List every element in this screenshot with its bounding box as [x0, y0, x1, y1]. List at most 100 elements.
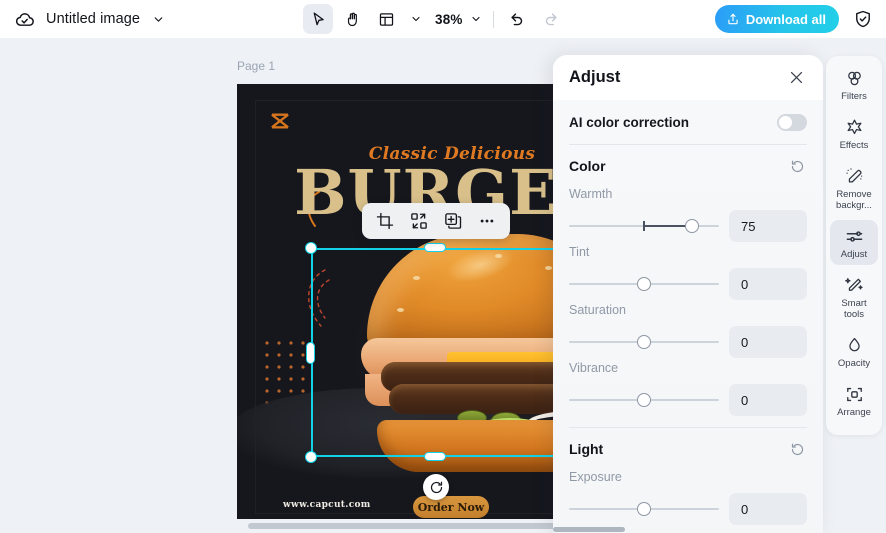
- slider-knob[interactable]: [637, 335, 651, 349]
- rail-label: Smart tools: [841, 298, 867, 320]
- tint-slider[interactable]: [569, 275, 719, 293]
- poster-website[interactable]: www.capcut.com: [283, 500, 371, 510]
- tint-value-input[interactable]: 0: [729, 268, 807, 300]
- adjust-panel-title: Adjust: [569, 68, 621, 86]
- chevron-down-icon[interactable]: [149, 10, 167, 28]
- download-all-label: Download all: [745, 11, 826, 27]
- slider-knob[interactable]: [637, 277, 651, 291]
- duplicate-button[interactable]: [436, 206, 470, 236]
- rail-item-effects[interactable]: Effects: [830, 111, 878, 156]
- vibrance-control: Vibrance 0: [569, 361, 807, 417]
- adjust-panel: Adjust AI color correction Color Warmth: [553, 55, 823, 533]
- magic-wand-icon: [844, 275, 864, 295]
- right-tool-rail: Filters Effects Remove backgr... Adjust: [826, 56, 882, 435]
- selection-handle-top-left[interactable]: [305, 242, 317, 254]
- saturation-slider[interactable]: [569, 333, 719, 351]
- panel-scrollbar-thumb[interactable]: [553, 527, 625, 532]
- slider-knob[interactable]: [685, 219, 699, 233]
- crop-button[interactable]: [368, 206, 402, 236]
- canvas-tools-cluster: 38%: [303, 3, 570, 35]
- rail-label: Filters: [841, 91, 867, 102]
- rail-label: Arrange: [837, 407, 871, 418]
- rail-label: Effects: [839, 140, 869, 151]
- sliders-icon: [845, 226, 864, 246]
- zoom-chevron-down-icon[interactable]: [465, 5, 487, 33]
- toggle-knob: [779, 115, 792, 129]
- vibrance-slider[interactable]: [569, 391, 719, 409]
- vibrance-value-input[interactable]: 0: [729, 384, 807, 416]
- zoom-level-label[interactable]: 38%: [435, 12, 463, 27]
- eraser-pen-icon: [845, 166, 864, 186]
- rail-label: Opacity: [837, 358, 871, 369]
- light-reset-icon[interactable]: [787, 439, 807, 459]
- capcut-cloud-logo-icon[interactable]: [10, 5, 38, 33]
- slider-center-tick: [643, 221, 645, 231]
- arrange-frame-icon: [845, 384, 864, 404]
- warmth-slider[interactable]: [569, 217, 719, 235]
- redo-button[interactable]: [536, 4, 566, 34]
- layout-chevron-down-icon[interactable]: [405, 5, 427, 33]
- rail-item-smart-tools[interactable]: Smart tools: [830, 269, 878, 325]
- topbar-right-cluster: Download all: [714, 5, 876, 33]
- more-options-button[interactable]: [470, 206, 504, 236]
- hand-tool-button[interactable]: [337, 4, 367, 34]
- warmth-label: Warmth: [569, 187, 613, 201]
- vibrance-label: Vibrance: [569, 361, 619, 375]
- rail-item-opacity[interactable]: Opacity: [830, 329, 878, 374]
- rail-item-remove-background[interactable]: Remove backgr...: [830, 160, 878, 216]
- rail-label: Adjust: [840, 249, 868, 260]
- exposure-control: Exposure 0: [569, 470, 807, 526]
- object-context-toolbar: [362, 203, 510, 239]
- ai-color-correction-label: AI color correction: [569, 114, 690, 130]
- rail-item-adjust[interactable]: Adjust: [830, 220, 878, 265]
- ai-color-correction-toggle[interactable]: [777, 113, 807, 131]
- ai-color-correction-row: AI color correction: [569, 100, 807, 144]
- capcut-image-editor: Untitled image 38% Download all Page 1 C…: [0, 0, 886, 533]
- select-tool-button[interactable]: [303, 4, 333, 34]
- poster-cta-button[interactable]: Order Now: [413, 496, 489, 518]
- exposure-label: Exposure: [569, 470, 622, 484]
- decorative-dashed-arc: [295, 266, 339, 330]
- water-drop-icon: [845, 335, 864, 355]
- close-x-icon[interactable]: [785, 67, 807, 89]
- rail-item-arrange[interactable]: Arrange: [830, 378, 878, 423]
- download-all-button[interactable]: Download all: [714, 5, 839, 33]
- rail-label: Remove backgr...: [836, 189, 872, 211]
- exposure-value-input[interactable]: 0: [729, 493, 807, 525]
- canvas-horizontal-scrollbar-thumb[interactable]: [248, 523, 588, 529]
- bun-highlight: [442, 240, 518, 290]
- selection-handle-bottom-left[interactable]: [305, 451, 317, 463]
- undo-button[interactable]: [502, 4, 532, 34]
- rotate-handle-button[interactable]: [423, 474, 449, 500]
- selection-handle-left-middle[interactable]: [306, 342, 315, 364]
- page-label: Page 1: [237, 59, 276, 73]
- slider-knob[interactable]: [637, 393, 651, 407]
- rail-item-filters[interactable]: Filters: [830, 62, 878, 107]
- selection-handle-bottom-center[interactable]: [424, 452, 446, 461]
- color-section-header: Color: [569, 145, 807, 187]
- warmth-value-input[interactable]: 75: [729, 210, 807, 242]
- saturation-control: Saturation 0: [569, 303, 807, 359]
- color-reset-icon[interactable]: [787, 156, 807, 176]
- layout-tool-button[interactable]: [371, 4, 401, 34]
- exposure-slider[interactable]: [569, 500, 719, 518]
- warmth-control: Warmth 75: [569, 187, 807, 243]
- upload-share-icon: [726, 12, 740, 26]
- saturation-value-input[interactable]: 0: [729, 326, 807, 358]
- shield-check-icon[interactable]: [850, 6, 876, 32]
- panel-scrollbar-track[interactable]: [553, 527, 823, 533]
- color-section-title: Color: [569, 158, 606, 174]
- adjust-panel-body: AI color correction Color Warmth 75 Tint…: [553, 100, 823, 533]
- light-section-title: Light: [569, 441, 604, 457]
- three-circles-filters-icon: [845, 68, 864, 88]
- tint-label: Tint: [569, 245, 590, 259]
- slider-knob[interactable]: [637, 502, 651, 516]
- saturation-label: Saturation: [569, 303, 626, 317]
- light-section-header: Light: [569, 428, 807, 470]
- sparkle-star-effects-icon: [845, 117, 864, 137]
- replace-button[interactable]: [402, 206, 436, 236]
- toolbar-divider: [492, 10, 494, 28]
- selection-handle-top-center[interactable]: [424, 243, 446, 252]
- adjust-panel-header: Adjust: [553, 55, 823, 100]
- document-title[interactable]: Untitled image: [46, 11, 140, 27]
